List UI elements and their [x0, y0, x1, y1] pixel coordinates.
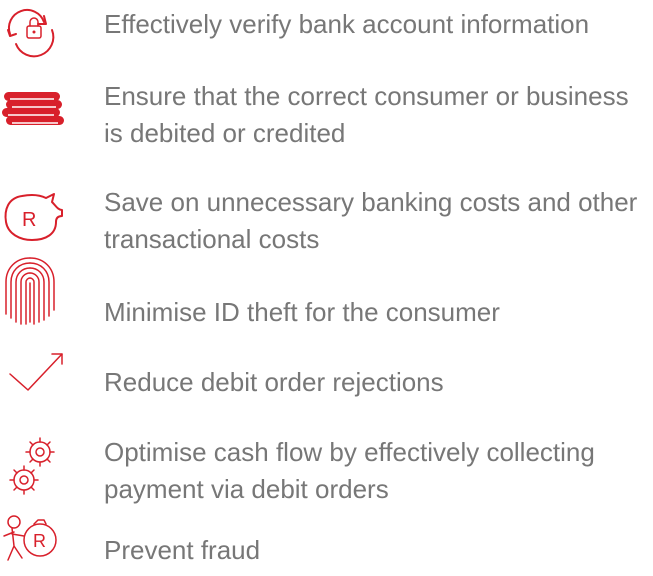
benefit-text: Reduce debit order rejections — [104, 367, 444, 397]
benefits-list: Effectively verify bank account informat… — [0, 0, 653, 576]
trend-up-arrow-icon — [0, 348, 80, 408]
lock-refresh-icon — [0, 6, 80, 66]
piggy-bank-rand-icon: R — [0, 190, 80, 250]
benefit-text: Ensure that the correct consumer or busi… — [104, 81, 629, 148]
rand-symbol: R — [22, 209, 36, 231]
coin-stack-icon — [0, 88, 80, 148]
gears-icon — [0, 434, 80, 495]
thief-money-bag-icon: R — [0, 510, 80, 570]
benefit-text: Save on unnecessary banking costs and ot… — [104, 187, 638, 254]
rand-symbol: R — [33, 531, 46, 551]
benefit-text: Minimise ID theft for the consumer — [104, 297, 500, 327]
benefit-text: Optimise cash flow by effectively collec… — [104, 437, 595, 504]
benefit-text: Effectively verify bank account informat… — [104, 9, 590, 39]
benefit-text: Prevent fraud — [104, 535, 261, 565]
fingerprint-icon — [0, 254, 80, 325]
